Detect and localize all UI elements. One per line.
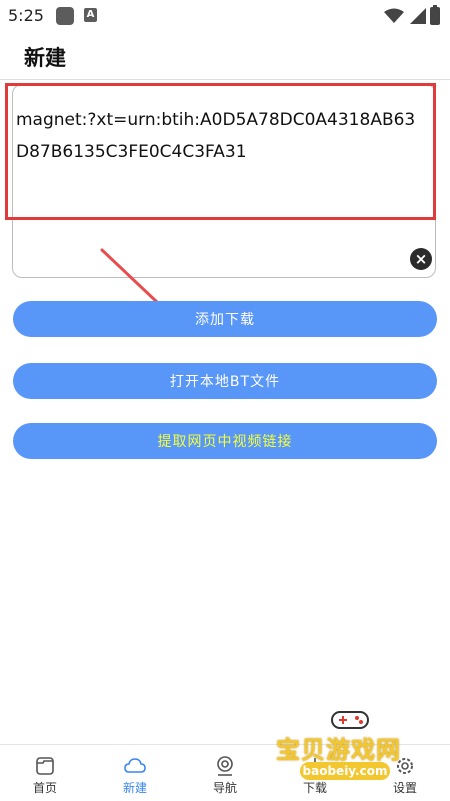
signal-icon (410, 8, 426, 24)
open-local-bt-label: 打开本地BT文件 (169, 374, 281, 390)
nav-label-home: 首页 (32, 781, 57, 795)
divider (0, 79, 450, 80)
clear-input-button[interactable]: × (410, 248, 432, 270)
extract-video-link-button[interactable]: 提取网页中视频链接 (13, 423, 437, 459)
nav-item-home[interactable]: 首页 (0, 745, 90, 801)
magnet-input-value[interactable]: magnet:?xt=urn:btih:A0D5A78DC0A4318AB63D… (16, 104, 428, 168)
wifi-icon (384, 8, 404, 23)
nav-item-new[interactable]: 新建 (90, 745, 180, 801)
notification-icon (56, 7, 74, 25)
page-title: 新建 (24, 46, 66, 70)
app-bar: 新建 (0, 34, 450, 78)
home-icon (36, 757, 54, 775)
gamepad-icon (331, 711, 369, 729)
add-download-button[interactable]: 添加下载 (13, 301, 437, 337)
nav-label-new: 新建 (122, 781, 147, 795)
nav-label-navigation: 导航 (212, 781, 237, 795)
gear-icon (397, 758, 413, 774)
battery-icon (430, 5, 440, 25)
app-notification-icon: A (84, 8, 97, 22)
download-icon (308, 758, 322, 775)
status-time: 5:25 (8, 6, 44, 25)
add-download-label: 添加下载 (195, 312, 255, 328)
bottom-nav: 首页 新建 导航 下载 设置 (0, 744, 450, 801)
nav-label-settings: 设置 (392, 781, 417, 795)
nav-item-navigation[interactable]: 导航 (180, 745, 270, 801)
cloud-icon (124, 758, 146, 773)
nav-label-download: 下载 (302, 781, 327, 795)
nav-item-settings[interactable]: 设置 (360, 745, 450, 801)
navigation-icon (217, 756, 233, 776)
close-icon: × (414, 249, 428, 268)
status-bar: 5:25 A (0, 0, 450, 34)
nav-item-download[interactable]: 下载 (270, 745, 360, 801)
open-local-bt-button[interactable]: 打开本地BT文件 (13, 363, 437, 399)
extract-video-link-label: 提取网页中视频链接 (157, 434, 293, 450)
